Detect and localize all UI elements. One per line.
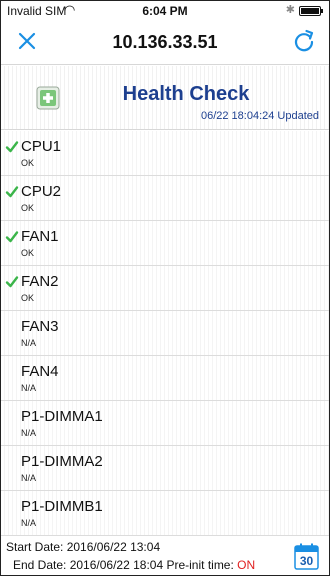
- status-bar: Invalid SIM ◠ 6:04 PM ✱: [1, 1, 329, 21]
- item-name: FAN1: [21, 228, 59, 245]
- item-status: OK: [21, 203, 35, 213]
- health-list: CPU1 OK CPU2 OK FAN1 OK FAN2 OK FAN3 N/A…: [1, 131, 329, 537]
- item-name: FAN4: [21, 363, 59, 380]
- item-name: P1-DIMMA2: [21, 453, 103, 470]
- preinit-label: Pre-init time:: [166, 558, 234, 572]
- date-footer: Start Date: 2016/06/22 13:04 End Date: 2…: [1, 537, 329, 575]
- bluetooth-icon: ✱: [285, 4, 295, 16]
- check-icon: [5, 140, 19, 154]
- item-status: N/A: [21, 473, 37, 483]
- list-item[interactable]: P1-DIMMA2 N/A: [1, 446, 329, 491]
- check-icon: [5, 185, 19, 199]
- item-status: OK: [21, 293, 35, 303]
- page-title: 10.136.33.51: [112, 32, 218, 52]
- item-status: N/A: [21, 518, 37, 528]
- calendar-day: 30: [300, 554, 314, 568]
- item-name: FAN2: [21, 273, 59, 290]
- list-item[interactable]: FAN1 OK: [1, 221, 329, 266]
- check-icon: [5, 230, 19, 244]
- list-item[interactable]: CPU1 OK: [1, 131, 329, 176]
- health-check-title: Health Check: [122, 83, 250, 105]
- item-status: N/A: [21, 428, 37, 438]
- item-name: FAN3: [21, 318, 59, 335]
- status-time: 6:04 PM: [142, 4, 188, 18]
- health-check-header: Health Check 06/22 18:04:24 Updated: [1, 66, 329, 130]
- item-status: N/A: [21, 383, 37, 393]
- app-screen: Invalid SIM ◠ 6:04 PM ✱ 10.136.33.51 Hea…: [0, 0, 330, 576]
- refresh-icon[interactable]: [291, 28, 317, 54]
- list-item[interactable]: P1-DIMMB1 N/A: [1, 491, 329, 536]
- end-date: End Date: 2016/06/22 18:04: [13, 558, 164, 572]
- item-name: P1-DIMMB1: [21, 498, 103, 515]
- item-name: P1-DIMMA1: [21, 408, 103, 425]
- list-item[interactable]: FAN2 OK: [1, 266, 329, 311]
- battery-icon: [299, 6, 323, 16]
- list-item[interactable]: P1-DIMMA1 N/A: [1, 401, 329, 446]
- item-status: OK: [21, 248, 35, 258]
- end-date-line: End Date: 2016/06/22 18:04 Pre-init time…: [13, 558, 255, 572]
- updated-timestamp: 06/22 18:04:24 Updated: [200, 110, 319, 122]
- item-status: N/A: [21, 338, 37, 348]
- nav-bar: 10.136.33.51: [1, 21, 329, 65]
- list-item[interactable]: FAN3 N/A: [1, 311, 329, 356]
- preinit-value: ON: [237, 558, 256, 572]
- item-name: CPU1: [21, 138, 62, 155]
- list-item[interactable]: CPU2 OK: [1, 176, 329, 221]
- start-date: Start Date: 2016/06/22 13:04: [6, 540, 161, 554]
- item-status: OK: [21, 158, 35, 168]
- check-icon: [5, 275, 19, 289]
- calendar-icon[interactable]: 30: [294, 543, 319, 570]
- item-name: CPU2: [21, 183, 62, 200]
- list-item[interactable]: FAN4 N/A: [1, 356, 329, 401]
